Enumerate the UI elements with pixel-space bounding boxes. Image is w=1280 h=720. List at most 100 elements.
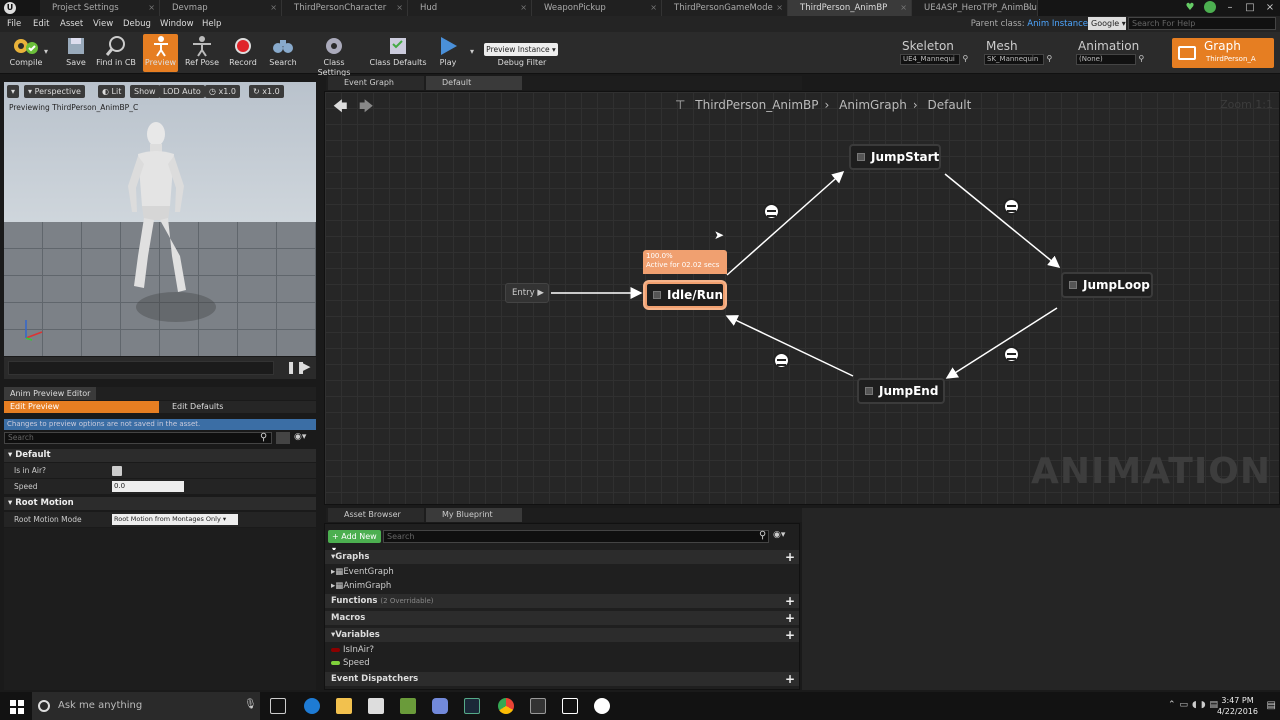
tab-project-settings[interactable]: Project Settings × xyxy=(40,0,160,16)
playback-speed-button[interactable]: ◷ x1.0 xyxy=(205,85,240,98)
search-button[interactable]: Search xyxy=(266,34,300,72)
play-forward-icon[interactable]: ▶ xyxy=(302,360,310,373)
variable-speed[interactable]: Speed xyxy=(331,656,370,670)
browse-icon[interactable]: ⚲ xyxy=(1044,54,1053,63)
show-button[interactable]: Show xyxy=(130,85,160,98)
eye-icon[interactable]: ◉▾ xyxy=(294,432,306,442)
menu-view[interactable]: View xyxy=(93,16,113,32)
lit-button[interactable]: ◐ Lit xyxy=(98,85,126,98)
play-button[interactable]: Play xyxy=(432,34,464,72)
tab-thirdpersongamemode[interactable]: ThirdPersonGameMode × xyxy=(662,0,788,16)
close-icon[interactable]: × xyxy=(396,0,403,16)
class-defaults-button[interactable]: Class Defaults xyxy=(368,34,428,72)
help-search-input[interactable]: Search For Help xyxy=(1128,17,1276,30)
play-options-chevron-icon[interactable]: ▾ xyxy=(470,47,474,56)
edit-defaults-tab[interactable]: Edit Defaults xyxy=(172,401,223,413)
tab-my-blueprint[interactable]: My Blueprint xyxy=(426,508,522,522)
menu-debug[interactable]: Debug xyxy=(123,16,151,32)
menu-asset[interactable]: Asset xyxy=(60,16,83,32)
functions-section-header[interactable]: Functions (2 Overridable) + xyxy=(325,594,799,608)
debug-filter-dropdown[interactable]: Preview Instance ▾ xyxy=(484,43,558,56)
save-button[interactable]: Save xyxy=(60,34,92,72)
viewport-menu-button[interactable]: ▾ xyxy=(7,85,20,98)
state-jumploop[interactable]: JumpLoop xyxy=(1061,272,1153,298)
compile-button[interactable]: Compile xyxy=(2,34,50,72)
state-jumpstart[interactable]: JumpStart xyxy=(849,144,941,170)
mode-mesh[interactable]: Mesh SK_Mannequin ⚲ xyxy=(982,38,1072,68)
discord-icon[interactable] xyxy=(432,698,448,714)
add-new-button[interactable]: + Add New ▾ xyxy=(328,530,381,554)
cortana-search-box[interactable]: Ask me anything xyxy=(32,692,260,720)
add-graph-icon[interactable]: + xyxy=(785,550,795,564)
add-macro-icon[interactable]: + xyxy=(785,611,795,625)
record-button[interactable]: Record xyxy=(226,34,260,72)
file-explorer-icon[interactable] xyxy=(336,698,352,714)
preview-button[interactable]: Preview xyxy=(143,34,178,72)
tab-event-graph[interactable]: Event Graph xyxy=(328,76,424,90)
menu-file[interactable]: File xyxy=(7,16,21,32)
add-function-icon[interactable]: + xyxy=(785,594,795,608)
preview-viewport[interactable]: ▾ ▾ Perspective ◐ Lit Show LOD Auto ◷ x1… xyxy=(4,82,316,356)
maximize-icon[interactable]: □ xyxy=(1240,0,1260,16)
add-variable-icon[interactable]: + xyxy=(785,628,795,642)
close-icon[interactable]: × xyxy=(270,0,277,16)
mode-skeleton[interactable]: Skeleton UE4_Mannequi ⚲ xyxy=(898,38,980,68)
state-machine-graph[interactable]: 🡄 🡆 ⊤ ThirdPerson_AnimBP › AnimGraph › Def… xyxy=(324,91,1280,505)
speed-input[interactable]: 0.0 xyxy=(112,481,184,492)
tab-hud[interactable]: Hud × xyxy=(408,0,532,16)
minimize-icon[interactable]: – xyxy=(1220,0,1240,16)
close-icon[interactable]: × xyxy=(776,0,783,16)
animation-asset-field[interactable]: (None) xyxy=(1076,54,1136,65)
root-motion-section-header[interactable]: ▾ Root Motion xyxy=(4,497,316,510)
is-in-air-checkbox[interactable] xyxy=(112,466,122,476)
timeline-scrubber[interactable] xyxy=(8,361,274,375)
default-section-header[interactable]: ▾ Default xyxy=(4,449,316,462)
perspective-button[interactable]: ▾ Perspective xyxy=(24,85,85,98)
root-motion-mode-dropdown[interactable]: Root Motion from Montages Only ▾ xyxy=(112,514,238,525)
lod-button[interactable]: LOD Auto xyxy=(159,85,205,98)
compile-options-chevron-icon[interactable]: ▾ xyxy=(44,47,48,56)
store-icon[interactable] xyxy=(368,698,384,714)
microphone-icon[interactable]: 🎙 xyxy=(244,699,257,710)
menu-window[interactable]: Window xyxy=(160,16,194,32)
git-icon[interactable] xyxy=(530,698,546,714)
heart-icon[interactable]: ♥ xyxy=(1180,0,1200,16)
state-idle-run[interactable]: Idle/Run xyxy=(645,282,725,308)
transition-rule-icon[interactable] xyxy=(1003,198,1020,215)
eye-icon[interactable]: ◉▾ xyxy=(773,530,785,540)
transition-rule-icon[interactable] xyxy=(773,352,790,369)
tree-item-eventgraph[interactable]: ▸▦EventGraph xyxy=(331,565,394,579)
find-in-cb-button[interactable]: Find in CB xyxy=(94,34,138,72)
parent-class-link[interactable]: Anim Instance xyxy=(1027,19,1088,29)
tab-thirdperson-animbp[interactable]: ThirdPerson_AnimBP × xyxy=(788,0,912,16)
view-options-icon[interactable] xyxy=(276,432,290,444)
turntable-speed-button[interactable]: ↻ x1.0 xyxy=(249,85,284,98)
skeleton-asset-field[interactable]: UE4_Mannequi xyxy=(900,54,960,65)
browse-icon[interactable]: ⚲ xyxy=(1136,54,1145,63)
tree-item-animgraph[interactable]: ▸▦AnimGraph xyxy=(331,579,391,593)
add-dispatcher-icon[interactable]: + xyxy=(785,672,795,686)
tab-thirdpersoncharacter[interactable]: ThirdPersonCharacter × xyxy=(282,0,408,16)
macros-section-header[interactable]: Macros + xyxy=(325,611,799,625)
details-search-input[interactable]: Search xyxy=(4,432,272,444)
epic-launcher-icon[interactable] xyxy=(562,698,578,714)
mode-graph[interactable]: Graph ThirdPerson_A xyxy=(1172,38,1274,68)
taskbar-clock[interactable]: 3:47 PM 4/22/2016 xyxy=(1217,695,1258,717)
graphs-section-header[interactable]: ▾Graphs + xyxy=(325,550,799,564)
minecraft-icon[interactable] xyxy=(400,698,416,714)
tab-asset-browser[interactable]: Asset Browser xyxy=(328,508,424,522)
search-provider-dropdown[interactable]: Google ▾ xyxy=(1088,17,1126,30)
anim-preview-editor-tab[interactable]: Anim Preview Editor xyxy=(4,387,316,400)
blueprint-search-input[interactable]: Search xyxy=(383,530,769,543)
close-icon[interactable]: × xyxy=(650,0,657,16)
menu-edit[interactable]: Edit xyxy=(33,16,49,32)
mesh-asset-field[interactable]: SK_Mannequin xyxy=(984,54,1044,65)
close-icon[interactable]: × xyxy=(148,0,155,16)
chrome-icon[interactable] xyxy=(498,698,514,714)
variables-section-header[interactable]: ▾Variables + xyxy=(325,628,799,642)
menu-help[interactable]: Help xyxy=(202,16,221,32)
state-jumpend[interactable]: JumpEnd xyxy=(857,378,945,404)
unreal-editor-icon[interactable] xyxy=(594,698,610,714)
windows-start-icon[interactable] xyxy=(10,700,24,714)
mode-animation[interactable]: Animation (None) ⚲ xyxy=(1074,38,1168,68)
